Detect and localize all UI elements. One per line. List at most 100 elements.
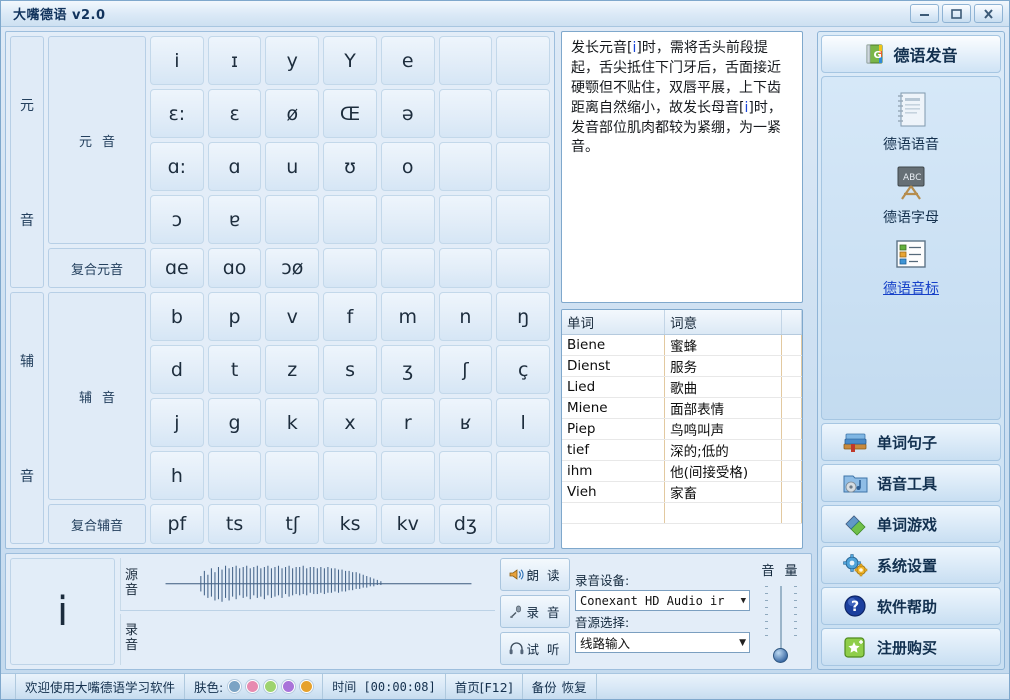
consonant-key[interactable]: ç: [496, 345, 551, 394]
consonant-key[interactable]: ʁ: [438, 398, 493, 447]
consonant-key[interactable]: ŋ: [496, 292, 551, 341]
word-list-table: 单词 词意 Biene 蜜蜂 Dienst 服务 Lied 歌曲 Miene 面…: [562, 310, 802, 524]
skin-swatch-blue[interactable]: [228, 680, 242, 693]
consonant-key[interactable]: ʃ: [438, 345, 493, 394]
consonant-key[interactable]: n: [438, 292, 493, 341]
record-label-char2: 音: [124, 638, 138, 654]
vowel-key[interactable]: ɑ:: [150, 142, 204, 191]
vowel-row-4: ɔ ɐ: [150, 195, 551, 244]
table-row[interactable]: Piep 鸟鸣叫声: [562, 418, 802, 440]
consonant-key[interactable]: ʒ: [380, 345, 435, 394]
consonant-key[interactable]: f: [323, 292, 377, 341]
table-row[interactable]: Vieh 家畜: [562, 481, 802, 503]
sidebar-button-register-purchase[interactable]: 注册购买: [821, 628, 1001, 666]
backup-link[interactable]: 备份: [532, 677, 557, 696]
sidebar-button-voice-tools[interactable]: 语音工具: [821, 464, 1001, 502]
consonant-key[interactable]: h: [150, 451, 204, 500]
consonant-row-1: b p v f m n ŋ: [150, 292, 551, 341]
consonant-key[interactable]: k: [265, 398, 320, 447]
close-button[interactable]: [974, 4, 1003, 23]
column-header-meaning[interactable]: 词意: [664, 310, 782, 335]
compound-key[interactable]: tʃ: [265, 504, 320, 544]
record-audio-label: 录 音: [120, 613, 142, 665]
vowel-key[interactable]: i: [150, 36, 204, 85]
sidebar-item-german-phonetics[interactable]: 德语语音: [883, 89, 939, 154]
maximize-button[interactable]: [942, 4, 971, 23]
compound-key[interactable]: dʒ: [438, 504, 493, 544]
sidebar-header-german-pronunciation[interactable]: G 德语发音: [821, 35, 1001, 73]
diphthong-row-wrap: 复合元音 ɑe ɑo ɔø: [48, 248, 551, 288]
compound-key[interactable]: kv: [380, 504, 435, 544]
vowel-key[interactable]: ʊ: [323, 142, 377, 191]
playback-label: 试 听: [526, 642, 562, 657]
table-row[interactable]: Lied 歌曲: [562, 376, 802, 398]
source-waveform[interactable]: [142, 558, 495, 610]
consonant-key[interactable]: t: [207, 345, 262, 394]
sidebar-button-help[interactable]: ? 软件帮助: [821, 587, 1001, 625]
word-list-body: Biene 蜜蜂 Dienst 服务 Lied 歌曲 Miene 面部表情 Pi…: [562, 334, 802, 524]
sidebar-item-german-alphabet[interactable]: ABC 德语字母: [883, 164, 939, 227]
vowel-key[interactable]: o: [380, 142, 435, 191]
record-button[interactable]: 录 音: [500, 595, 570, 628]
vowel-key[interactable]: ɔ: [150, 195, 204, 244]
consonant-key[interactable]: s: [323, 345, 377, 394]
record-device-select[interactable]: Conexant HD Audio ir ▼: [575, 590, 750, 611]
playback-button[interactable]: 试 听: [500, 632, 570, 665]
vowel-key[interactable]: ɑ: [207, 142, 262, 191]
compound-key[interactable]: pf: [150, 504, 204, 544]
vowel-key[interactable]: e: [380, 36, 435, 85]
consonant-key[interactable]: m: [380, 292, 435, 341]
vowel-key[interactable]: u: [265, 142, 320, 191]
vowel-key-empty: [496, 195, 551, 244]
consonant-key[interactable]: p: [207, 292, 262, 341]
skin-swatch-green[interactable]: [264, 680, 278, 693]
consonant-key[interactable]: g: [207, 398, 262, 447]
sidebar-item-german-phonetic-symbols[interactable]: 德语音标: [883, 237, 939, 298]
vowel-key[interactable]: y: [265, 36, 320, 85]
table-row[interactable]: Biene 蜜蜂: [562, 334, 802, 356]
skin-swatch-purple[interactable]: [282, 680, 296, 693]
vowel-key[interactable]: Œ: [323, 89, 377, 138]
sidebar-button-label: 注册购买: [877, 638, 938, 657]
volume-slider[interactable]: [761, 582, 801, 665]
compound-key[interactable]: ts: [207, 504, 262, 544]
status-home-link[interactable]: 首页[F12]: [446, 674, 523, 699]
consonant-key[interactable]: l: [496, 398, 551, 447]
skin-swatch-pink[interactable]: [246, 680, 260, 693]
vowel-key[interactable]: ə: [380, 89, 435, 138]
vowel-key[interactable]: ø: [265, 89, 320, 138]
consonant-key[interactable]: b: [150, 292, 204, 341]
vowel-key[interactable]: ɐ: [207, 195, 262, 244]
sidebar-button-words-sentences[interactable]: 单词句子: [821, 423, 1001, 461]
restore-link[interactable]: 恢复: [562, 677, 587, 696]
table-row[interactable]: ihm 他(间接受格): [562, 460, 802, 482]
skin-swatch-orange[interactable]: [300, 680, 314, 693]
vowel-key[interactable]: ɪ: [207, 36, 262, 85]
volume-thumb[interactable]: [773, 648, 788, 663]
read-aloud-button[interactable]: 朗 读: [500, 558, 570, 591]
compound-key[interactable]: ks: [323, 504, 377, 544]
diphthong-key[interactable]: ɑo: [207, 248, 262, 288]
consonant-key[interactable]: v: [265, 292, 320, 341]
consonant-key[interactable]: z: [265, 345, 320, 394]
record-waveform[interactable]: [142, 614, 495, 666]
vowel-key[interactable]: ɛ:: [150, 89, 204, 138]
audio-source-select[interactable]: 线路输入 ▼: [575, 632, 750, 653]
column-header-word[interactable]: 单词: [562, 310, 666, 335]
consonant-key[interactable]: d: [150, 345, 204, 394]
table-row[interactable]: Miene 面部表情: [562, 397, 802, 419]
vowel-key[interactable]: ɛ: [207, 89, 262, 138]
consonant-key[interactable]: r: [380, 398, 435, 447]
minimize-button[interactable]: [910, 4, 939, 23]
sidebar-button-system-settings[interactable]: 系统设置: [821, 546, 1001, 584]
diphthong-key[interactable]: ɑe: [150, 248, 204, 288]
vowel-key[interactable]: Y: [323, 36, 377, 85]
consonant-key[interactable]: j: [150, 398, 204, 447]
diphthong-key[interactable]: ɔø: [265, 248, 320, 288]
column-header-extra[interactable]: [781, 310, 802, 335]
skin-label: 肤色:: [194, 680, 224, 695]
table-row[interactable]: tief 深的;低的: [562, 439, 802, 461]
sidebar-button-word-games[interactable]: 单词游戏: [821, 505, 1001, 543]
table-row[interactable]: Dienst 服务: [562, 355, 802, 377]
consonant-key[interactable]: x: [323, 398, 377, 447]
